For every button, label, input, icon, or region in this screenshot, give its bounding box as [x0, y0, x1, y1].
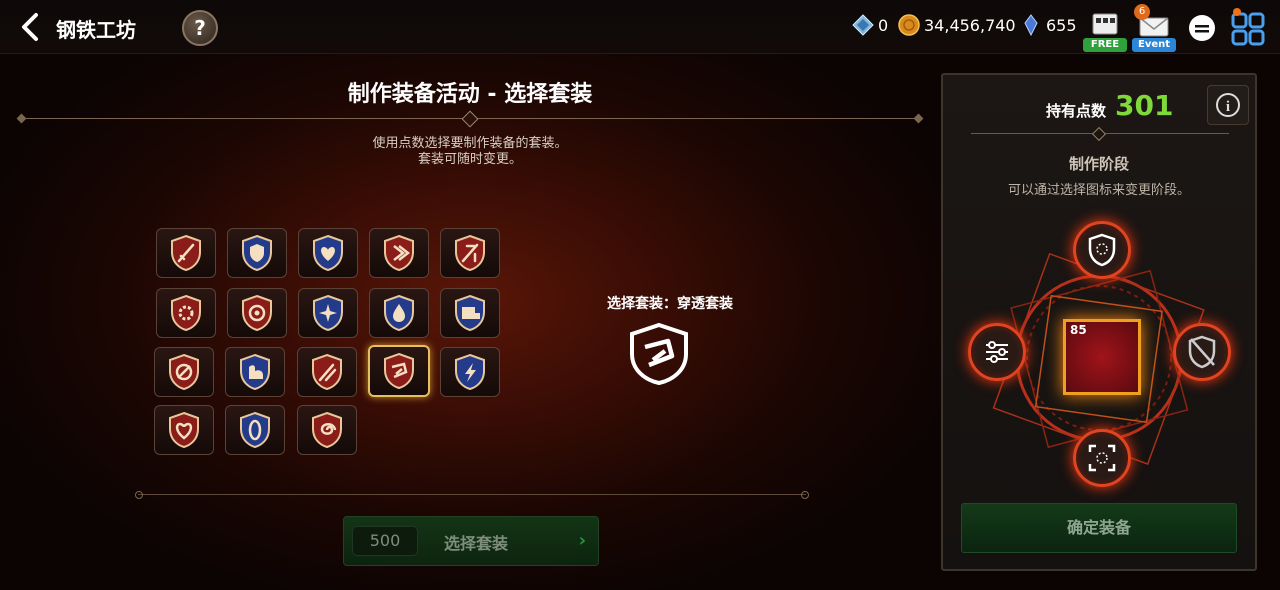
menu-grid-icon[interactable] — [1229, 8, 1269, 48]
set-item-slash[interactable] — [154, 347, 214, 397]
selected-set-label: 选择套装：穿透套装 — [607, 296, 733, 312]
slash-set-icon — [169, 353, 199, 391]
set-item-heart[interactable] — [298, 228, 358, 278]
select-set-button-label: 选择套装 — [444, 534, 509, 553]
diamond-amount: 0 — [878, 15, 889, 35]
description-line-1: 使用点数选择要制作装备的套装。 — [372, 136, 568, 151]
water-drop-set-icon — [384, 294, 414, 332]
bottom-divider — [135, 491, 809, 499]
crystal-amount: 655 — [1046, 15, 1077, 35]
set-item-gear[interactable] — [156, 288, 216, 338]
page-title: 钢铁工坊 — [56, 18, 136, 42]
set-item-swirl[interactable] — [297, 405, 357, 455]
confirm-equipment-button[interactable]: 确定装备 — [961, 503, 1237, 553]
back-arrow-icon[interactable] — [14, 10, 48, 44]
section-title: 制作装备活动 - 选择套装 — [347, 82, 593, 107]
stage-node-left[interactable] — [968, 323, 1026, 381]
oval-set-icon — [240, 411, 270, 449]
sword-set-icon — [171, 234, 201, 272]
set-item-star[interactable] — [298, 288, 358, 338]
shield-disabled-icon — [1188, 335, 1216, 369]
shield-set-icon — [242, 234, 272, 272]
point-cost: 500 — [352, 526, 418, 556]
crystal-currency: 655 — [1020, 14, 1077, 36]
crystal-icon — [1024, 14, 1038, 36]
event-label: Event — [1132, 38, 1176, 52]
info-button[interactable]: i — [1207, 85, 1249, 125]
gold-amount: 34,456,740 — [924, 15, 1016, 35]
info-icon: i — [1216, 93, 1240, 117]
panel-divider — [971, 133, 1229, 134]
gold-coin-icon — [898, 14, 920, 36]
chevron-right-icon: › — [578, 530, 586, 551]
description-line-2: 套装可随时变更。 — [417, 152, 522, 167]
gold-currency: 34,456,740 — [898, 14, 1016, 36]
divider-ornament — [461, 110, 479, 128]
shield-stage-icon — [1088, 233, 1116, 267]
muscle-set-icon — [240, 353, 270, 391]
selected-pierce-set-icon — [630, 322, 688, 386]
stage-node-right[interactable] — [1173, 323, 1231, 381]
focus-frame-icon — [1088, 444, 1116, 472]
stage-title: 制作阶段 — [1068, 155, 1129, 173]
equipment-item-slot[interactable]: 85 — [1063, 319, 1141, 395]
free-shop-button[interactable]: FREE — [1083, 8, 1127, 52]
set-item-drop[interactable] — [369, 288, 429, 338]
boot-set-icon — [455, 294, 485, 332]
arrow-set-icon — [384, 234, 414, 272]
set-item-arrow[interactable] — [369, 228, 429, 278]
set-item-muscle[interactable] — [225, 347, 285, 397]
blade-set-icon — [312, 353, 342, 391]
set-item-sword[interactable] — [156, 228, 216, 278]
star-set-icon — [313, 294, 343, 332]
free-label: FREE — [1083, 38, 1127, 52]
swirl-set-icon — [312, 411, 342, 449]
stage-node-bottom[interactable] — [1073, 429, 1131, 487]
svg-text:i: i — [1226, 99, 1230, 115]
points-value: 301 — [1115, 89, 1174, 122]
stage-node-top[interactable] — [1073, 221, 1131, 279]
set-item-shield[interactable] — [227, 228, 287, 278]
event-mail-button[interactable]: 6 Event — [1132, 4, 1176, 52]
diamond-icon — [852, 14, 874, 36]
diamond-currency: 0 — [852, 14, 888, 36]
set-item-oval[interactable] — [225, 405, 285, 455]
pierce-set-icon — [384, 352, 414, 390]
item-level: 85 — [1070, 323, 1087, 337]
heart-set-icon — [313, 234, 343, 272]
life-heart-set-icon — [169, 411, 199, 449]
set-item-strike[interactable] — [440, 228, 500, 278]
stage-description: 可以通过选择图标来变更阶段。 — [1007, 183, 1190, 198]
target-set-icon — [242, 294, 272, 332]
help-button[interactable]: ? — [182, 10, 218, 46]
event-count-badge: 6 — [1134, 4, 1150, 20]
set-item-life[interactable] — [154, 405, 214, 455]
top-bar: 钢铁工坊 ? 0 34,456,740 655 FREE 6 Event — [0, 0, 1280, 54]
set-item-blade[interactable] — [297, 347, 357, 397]
lightning-set-icon — [455, 353, 485, 391]
points-label: 持有点数 — [1046, 102, 1107, 120]
strike-set-icon — [455, 234, 485, 272]
crafting-panel: 持有点数 301 i 制作阶段 可以通过选择图标来变更阶段。 85 确定装备 — [941, 73, 1257, 571]
sliders-icon — [986, 341, 1008, 363]
chat-icon[interactable] — [1182, 8, 1222, 48]
set-item-pierce[interactable] — [368, 345, 430, 397]
gear-set-icon — [171, 294, 201, 332]
set-item-target[interactable] — [227, 288, 287, 338]
select-set-button[interactable]: 500 选择套装 › — [343, 516, 599, 566]
set-item-boot[interactable] — [440, 288, 500, 338]
set-item-lightning[interactable] — [440, 347, 500, 397]
description: 使用点数选择要制作装备的套装。 套装可随时变更。 — [20, 136, 920, 168]
